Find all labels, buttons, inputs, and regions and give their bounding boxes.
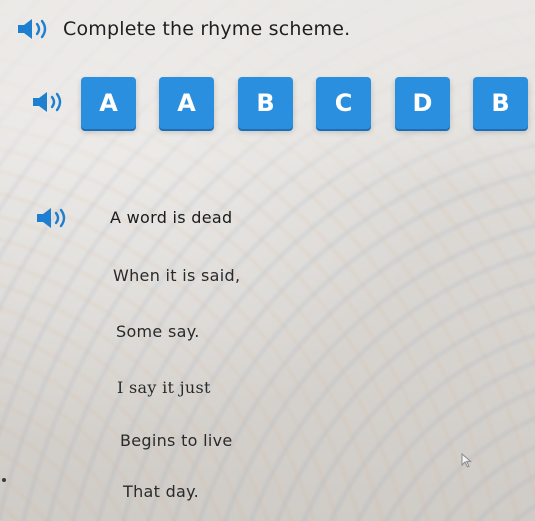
rhyme-tile-a[interactable]: A <box>81 77 136 129</box>
speaker-icon[interactable] <box>30 89 70 115</box>
tile-label: B <box>491 89 510 117</box>
tile-label: D <box>412 89 433 117</box>
poem-line: Some say. <box>116 322 200 341</box>
screen: Complete the rhyme scheme. A A B C D B A… <box>0 0 535 521</box>
tile-label: A <box>99 89 118 117</box>
rhyme-tile-b[interactable]: B <box>238 77 293 129</box>
rhyme-tile-c[interactable]: C <box>316 77 371 129</box>
poem-line: I say it just <box>117 378 211 397</box>
rhyme-tile-b[interactable]: B <box>473 77 528 129</box>
speck <box>2 478 6 482</box>
tile-label: B <box>256 89 275 117</box>
rhyme-tile-d[interactable]: D <box>395 77 450 129</box>
poem-line: Begins to live <box>120 431 233 450</box>
poem-line: When it is said, <box>113 266 241 285</box>
rhyme-tile-a[interactable]: A <box>159 77 214 129</box>
poem-line: A word is dead <box>110 208 233 227</box>
prompt-text: Complete the rhyme scheme. <box>63 18 351 40</box>
mouse-pointer-icon <box>461 452 473 473</box>
poem-line: That day. <box>123 482 200 501</box>
speaker-icon[interactable] <box>15 16 55 42</box>
speaker-icon[interactable] <box>34 205 74 231</box>
tile-label: A <box>177 89 196 117</box>
tile-label: C <box>334 89 353 117</box>
